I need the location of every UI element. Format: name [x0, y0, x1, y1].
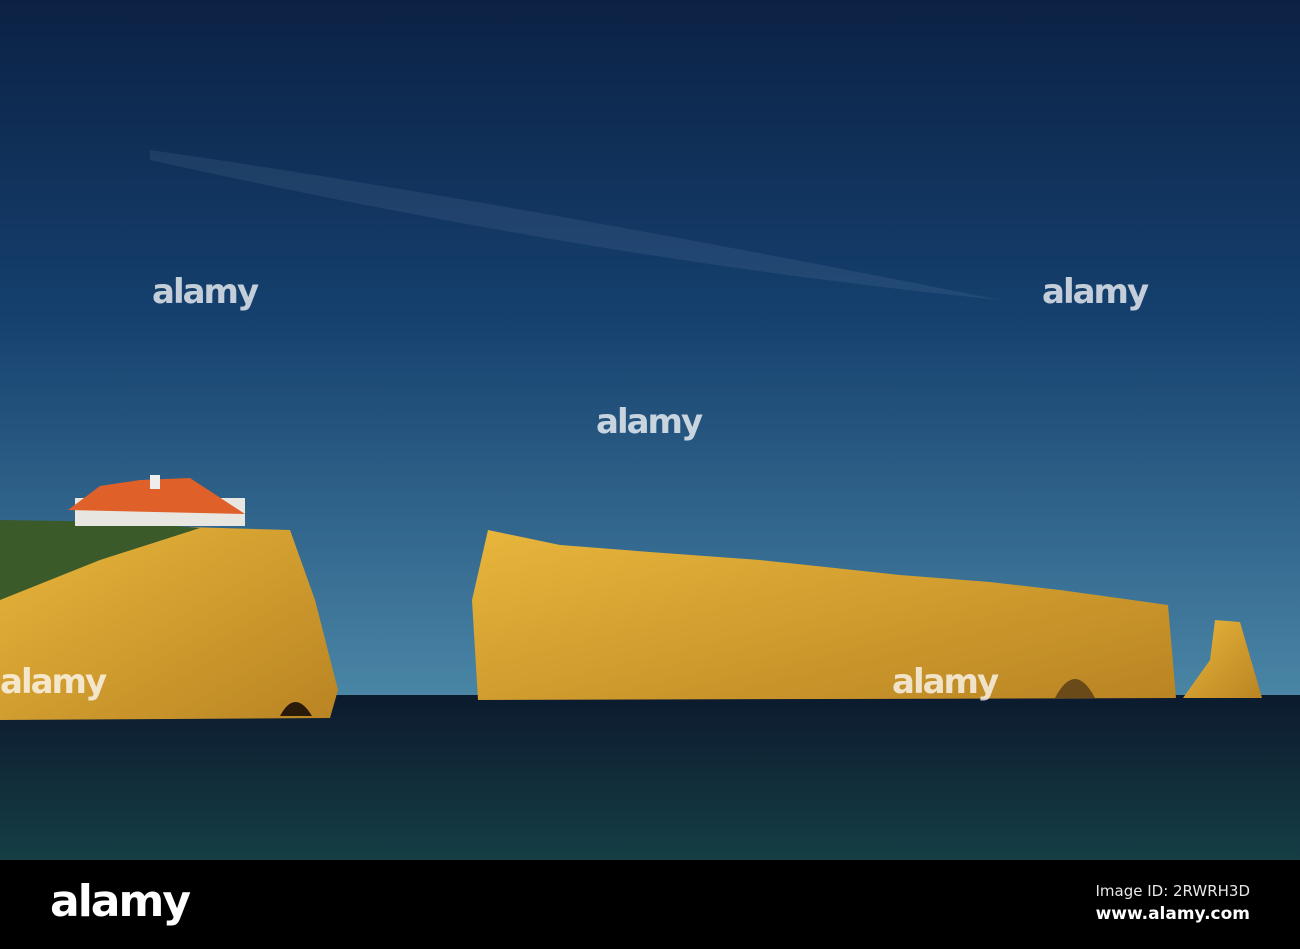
watermark-logo: alamy	[0, 662, 107, 702]
site-url: www.alamy.com	[1095, 904, 1250, 924]
alamy-logo: alamy	[50, 876, 191, 927]
image-id: Image ID: 2RWRH3D	[1095, 882, 1250, 900]
sea	[0, 695, 1300, 860]
watermark-logo: alamy	[152, 272, 259, 312]
stock-photo: alamy alamy alamy alamy alamy alamy Imag…	[0, 0, 1300, 949]
watermark-logo: alamy	[596, 402, 703, 442]
watermark-logo: alamy	[892, 662, 999, 702]
watermark-logo: alamy	[1042, 272, 1149, 312]
